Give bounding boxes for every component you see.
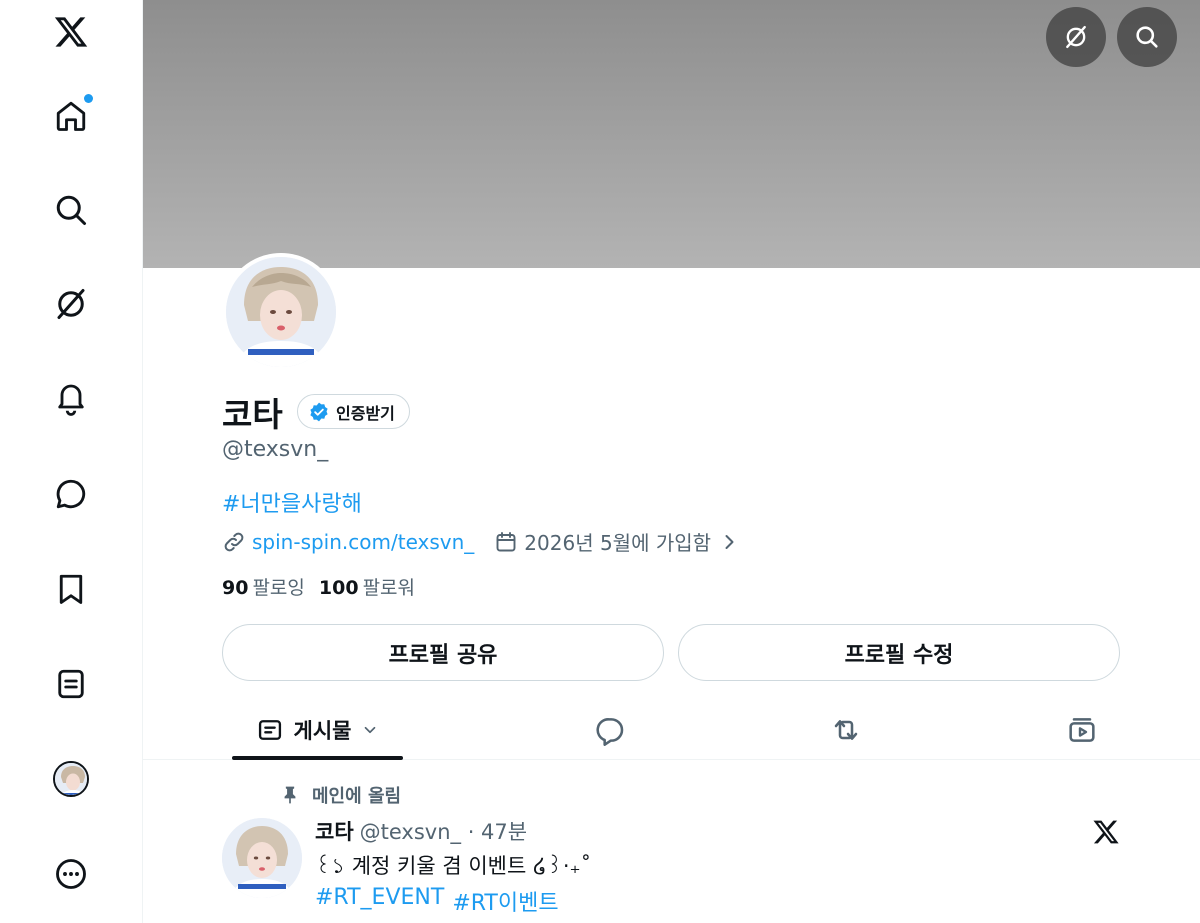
posts-icon: [258, 720, 281, 740]
home-icon: [56, 101, 86, 131]
hashtag-link[interactable]: #RT_EVENT: [315, 885, 444, 917]
following-count: 90: [222, 577, 249, 599]
search-icon: [1136, 26, 1158, 48]
x-logo-button[interactable]: [35, 4, 107, 60]
profile-meta: spin-spin.com/texsvn_ 2026년 5월에 가입함: [222, 527, 741, 556]
pinned-label: 메인에 올림: [312, 786, 402, 807]
tab-reposts[interactable]: [816, 700, 876, 760]
active-tab-indicator: [232, 756, 403, 760]
following-label: 팔로잉: [252, 577, 305, 599]
profile-website-link[interactable]: spin-spin.com/texsvn_: [252, 530, 474, 554]
profile-avatar[interactable]: [222, 253, 340, 371]
post-author-name[interactable]: 코타: [315, 816, 354, 846]
post-author-meta: @texsvn_ · 47분: [359, 820, 528, 844]
nav-bookmarks[interactable]: [35, 561, 107, 617]
pinned-indicator: 메인에 올림: [280, 782, 401, 808]
x-logo-icon: [54, 17, 88, 47]
profile-tabs: 게시물: [143, 700, 1200, 760]
profile-name: 코타: [222, 395, 283, 434]
tab-replies[interactable]: [580, 700, 640, 760]
hashtag-link[interactable]: #RT이벤트: [452, 885, 558, 917]
followers-label: 팔로워: [362, 577, 416, 599]
link-icon: [224, 532, 244, 551]
tab-media[interactable]: [1052, 700, 1112, 760]
profile-handle: @texsvn_: [222, 437, 329, 462]
followers-count: 100: [318, 577, 359, 599]
chevron-right-icon[interactable]: [717, 530, 741, 554]
sidebar: [0, 0, 143, 923]
nav-lists[interactable]: [35, 656, 107, 712]
avatar: [53, 761, 89, 797]
reply-icon: [596, 718, 624, 746]
video-icon: [1069, 718, 1095, 742]
post-hashtags: #RT_EVENT #RT이벤트: [315, 885, 559, 917]
grok-icon: [1066, 25, 1086, 49]
post-text: ꒰১ 계정 키울 겸 이벤트 ໒꒱·₊˚: [315, 854, 592, 878]
calendar-icon: [496, 531, 516, 551]
search-icon: [56, 195, 86, 225]
grok-button[interactable]: [1046, 7, 1106, 67]
nav-profile[interactable]: [35, 751, 107, 807]
list-icon: [58, 669, 84, 699]
get-verified-label: 인증받기: [336, 403, 395, 423]
verified-badge-icon: [310, 402, 328, 421]
nav-grok[interactable]: [35, 276, 107, 332]
get-verified-button[interactable]: 인증받기: [297, 394, 410, 429]
profile-bio-hashtag[interactable]: #너만을사랑해: [222, 486, 362, 518]
nav-notifications[interactable]: [35, 370, 107, 426]
follow-stats: 90 팔로잉 100 팔로워: [222, 573, 415, 600]
tab-posts-label: 게시물: [293, 719, 352, 743]
profile-joined-date[interactable]: 2026년 5월에 가입함: [524, 527, 711, 556]
bookmark-icon: [59, 574, 83, 604]
post-header: 코타 @texsvn_ · 47분: [315, 816, 527, 846]
followers-link[interactable]: 100 팔로워: [319, 573, 415, 600]
nav-more[interactable]: [35, 846, 107, 902]
x-logo-icon: [1093, 820, 1119, 844]
pin-icon: [284, 786, 296, 804]
chevron-down-icon[interactable]: [361, 721, 379, 739]
nav-home[interactable]: [35, 88, 107, 144]
profile-banner: [143, 0, 1200, 268]
more-icon: [56, 859, 86, 889]
following-link[interactable]: 90 팔로잉: [222, 573, 305, 600]
nav-explore[interactable]: [35, 182, 107, 238]
grok-icon: [57, 289, 85, 319]
search-button[interactable]: [1117, 7, 1177, 67]
post-author-avatar[interactable]: [222, 818, 302, 898]
nav-messages[interactable]: [35, 466, 107, 522]
bell-icon: [58, 384, 84, 416]
notification-dot: [84, 94, 93, 103]
tab-posts[interactable]: 게시물: [232, 700, 403, 760]
chat-bubble-icon: [56, 479, 86, 509]
repost-icon: [834, 720, 858, 740]
share-profile-button[interactable]: 프로필 공유: [222, 624, 664, 681]
edit-profile-button[interactable]: 프로필 수정: [678, 624, 1120, 681]
